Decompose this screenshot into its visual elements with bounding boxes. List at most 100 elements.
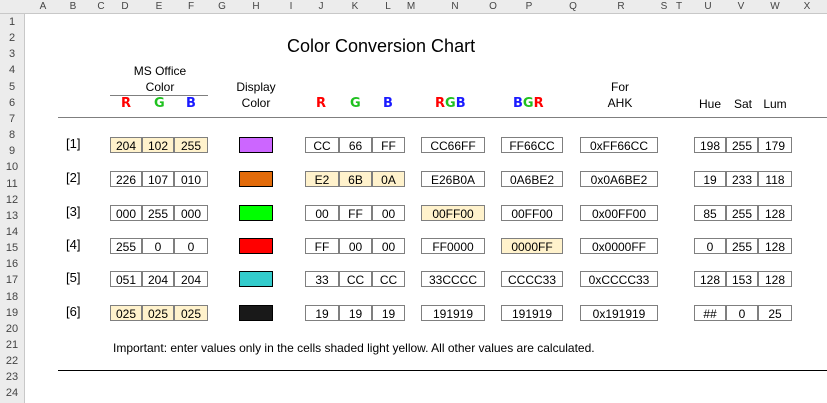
hsl-cell[interactable]: 128 [758,238,792,254]
decimal-cell[interactable]: 255 [174,137,208,153]
decimal-cell[interactable]: 025 [142,305,174,321]
hsl-cell[interactable]: 19 [694,171,726,187]
decimal-cell[interactable]: 204 [174,271,208,287]
decimal-cell[interactable]: 107 [142,171,174,187]
hsl-cell[interactable]: 198 [694,137,726,153]
row-header-2[interactable]: 2 [0,30,24,46]
decimal-cell[interactable]: 010 [174,171,208,187]
column-header-b[interactable]: B [70,0,77,13]
decimal-cell[interactable]: 102 [142,137,174,153]
row-header-5[interactable]: 5 [0,79,24,95]
decimal-cell[interactable]: 255 [110,238,142,254]
decimal-cell[interactable]: 0 [174,238,208,254]
decimal-cell[interactable]: 000 [110,205,142,221]
hex-cell[interactable]: 33 [305,271,339,287]
hex-cell[interactable]: 66 [339,137,372,153]
hex-cell[interactable]: CC [305,137,339,153]
ahk-value-cell[interactable]: 0x00FF00 [580,205,658,221]
row-header-8[interactable]: 8 [0,127,24,143]
column-header-e[interactable]: E [156,0,163,13]
row-header-24[interactable]: 24 [0,385,24,401]
hsl-cell[interactable]: 118 [758,171,792,187]
hsl-cell[interactable]: 233 [726,171,758,187]
row-header-16[interactable]: 16 [0,256,24,272]
decimal-cell[interactable]: 051 [110,271,142,287]
hsl-cell[interactable]: ## [694,305,726,321]
column-header-k[interactable]: K [352,0,359,13]
rgb-hex-cell[interactable]: 00FF00 [421,205,485,221]
hsl-cell[interactable]: 179 [758,137,792,153]
hex-cell[interactable]: 00 [305,205,339,221]
row-header-3[interactable]: 3 [0,46,24,62]
row-header-11[interactable]: 11 [0,176,24,192]
hex-cell[interactable]: 00 [372,205,405,221]
hex-cell[interactable]: 6B [339,171,372,187]
bgr-hex-cell[interactable]: 0000FF [501,238,563,254]
row-header-21[interactable]: 21 [0,337,24,353]
rgb-hex-cell[interactable]: 191919 [421,305,485,321]
ahk-value-cell[interactable]: 0x0A6BE2 [580,171,658,187]
hsl-cell[interactable]: 255 [726,137,758,153]
rgb-hex-cell[interactable]: E26B0A [421,171,485,187]
column-header-o[interactable]: O [489,0,497,13]
hex-cell[interactable]: CC [372,271,405,287]
row-header-12[interactable]: 12 [0,192,24,208]
hsl-cell[interactable]: 255 [726,205,758,221]
ahk-value-cell[interactable]: 0xCCCC33 [580,271,658,287]
decimal-cell[interactable]: 255 [142,205,174,221]
row-header-19[interactable]: 19 [0,305,24,321]
column-header-j[interactable]: J [319,0,324,13]
bgr-hex-cell[interactable]: 191919 [501,305,563,321]
row-header-22[interactable]: 22 [0,353,24,369]
bgr-hex-cell[interactable]: CCCC33 [501,271,563,287]
column-header-p[interactable]: P [526,0,533,13]
hex-cell[interactable]: 19 [305,305,339,321]
column-header-r[interactable]: R [617,0,624,13]
hsl-cell[interactable]: 128 [694,271,726,287]
column-header-q[interactable]: Q [569,0,577,13]
rgb-hex-cell[interactable]: FF0000 [421,238,485,254]
row-header-14[interactable]: 14 [0,224,24,240]
decimal-cell[interactable]: 025 [110,305,142,321]
column-header-l[interactable]: L [385,0,391,13]
column-header-m[interactable]: M [407,0,415,13]
hex-cell[interactable]: FF [339,205,372,221]
column-header-n[interactable]: N [451,0,458,13]
hsl-cell[interactable]: 25 [758,305,792,321]
hsl-cell[interactable]: 255 [726,238,758,254]
decimal-cell[interactable]: 204 [142,271,174,287]
hex-cell[interactable]: 19 [339,305,372,321]
hex-cell[interactable]: FF [305,238,339,254]
hsl-cell[interactable]: 153 [726,271,758,287]
ahk-value-cell[interactable]: 0x191919 [580,305,658,321]
column-header-f[interactable]: F [188,0,194,13]
row-header-4[interactable]: 4 [0,62,24,78]
bgr-hex-cell[interactable]: FF66CC [501,137,563,153]
column-header-u[interactable]: U [704,0,711,13]
column-header-v[interactable]: V [738,0,745,13]
rgb-hex-cell[interactable]: CC66FF [421,137,485,153]
column-header-x[interactable]: X [804,0,811,13]
hex-cell[interactable]: E2 [305,171,339,187]
row-header-18[interactable]: 18 [0,289,24,305]
hex-cell[interactable]: CC [339,271,372,287]
row-header-13[interactable]: 13 [0,208,24,224]
bgr-hex-cell[interactable]: 00FF00 [501,205,563,221]
column-header-d[interactable]: D [121,0,128,13]
row-header-10[interactable]: 10 [0,159,24,175]
column-header-i[interactable]: I [290,0,293,13]
ahk-value-cell[interactable]: 0x0000FF [580,238,658,254]
hsl-cell[interactable]: 0 [694,238,726,254]
hex-cell[interactable]: 00 [339,238,372,254]
hex-cell[interactable]: 0A [372,171,405,187]
row-header-20[interactable]: 20 [0,321,24,337]
decimal-cell[interactable]: 226 [110,171,142,187]
row-header-17[interactable]: 17 [0,272,24,288]
rgb-hex-cell[interactable]: 33CCCC [421,271,485,287]
ahk-value-cell[interactable]: 0xFF66CC [580,137,658,153]
column-header-c[interactable]: C [97,0,104,13]
column-header-w[interactable]: W [770,0,779,13]
column-header-g[interactable]: G [218,0,226,13]
decimal-cell[interactable]: 0 [142,238,174,254]
decimal-cell[interactable]: 000 [174,205,208,221]
